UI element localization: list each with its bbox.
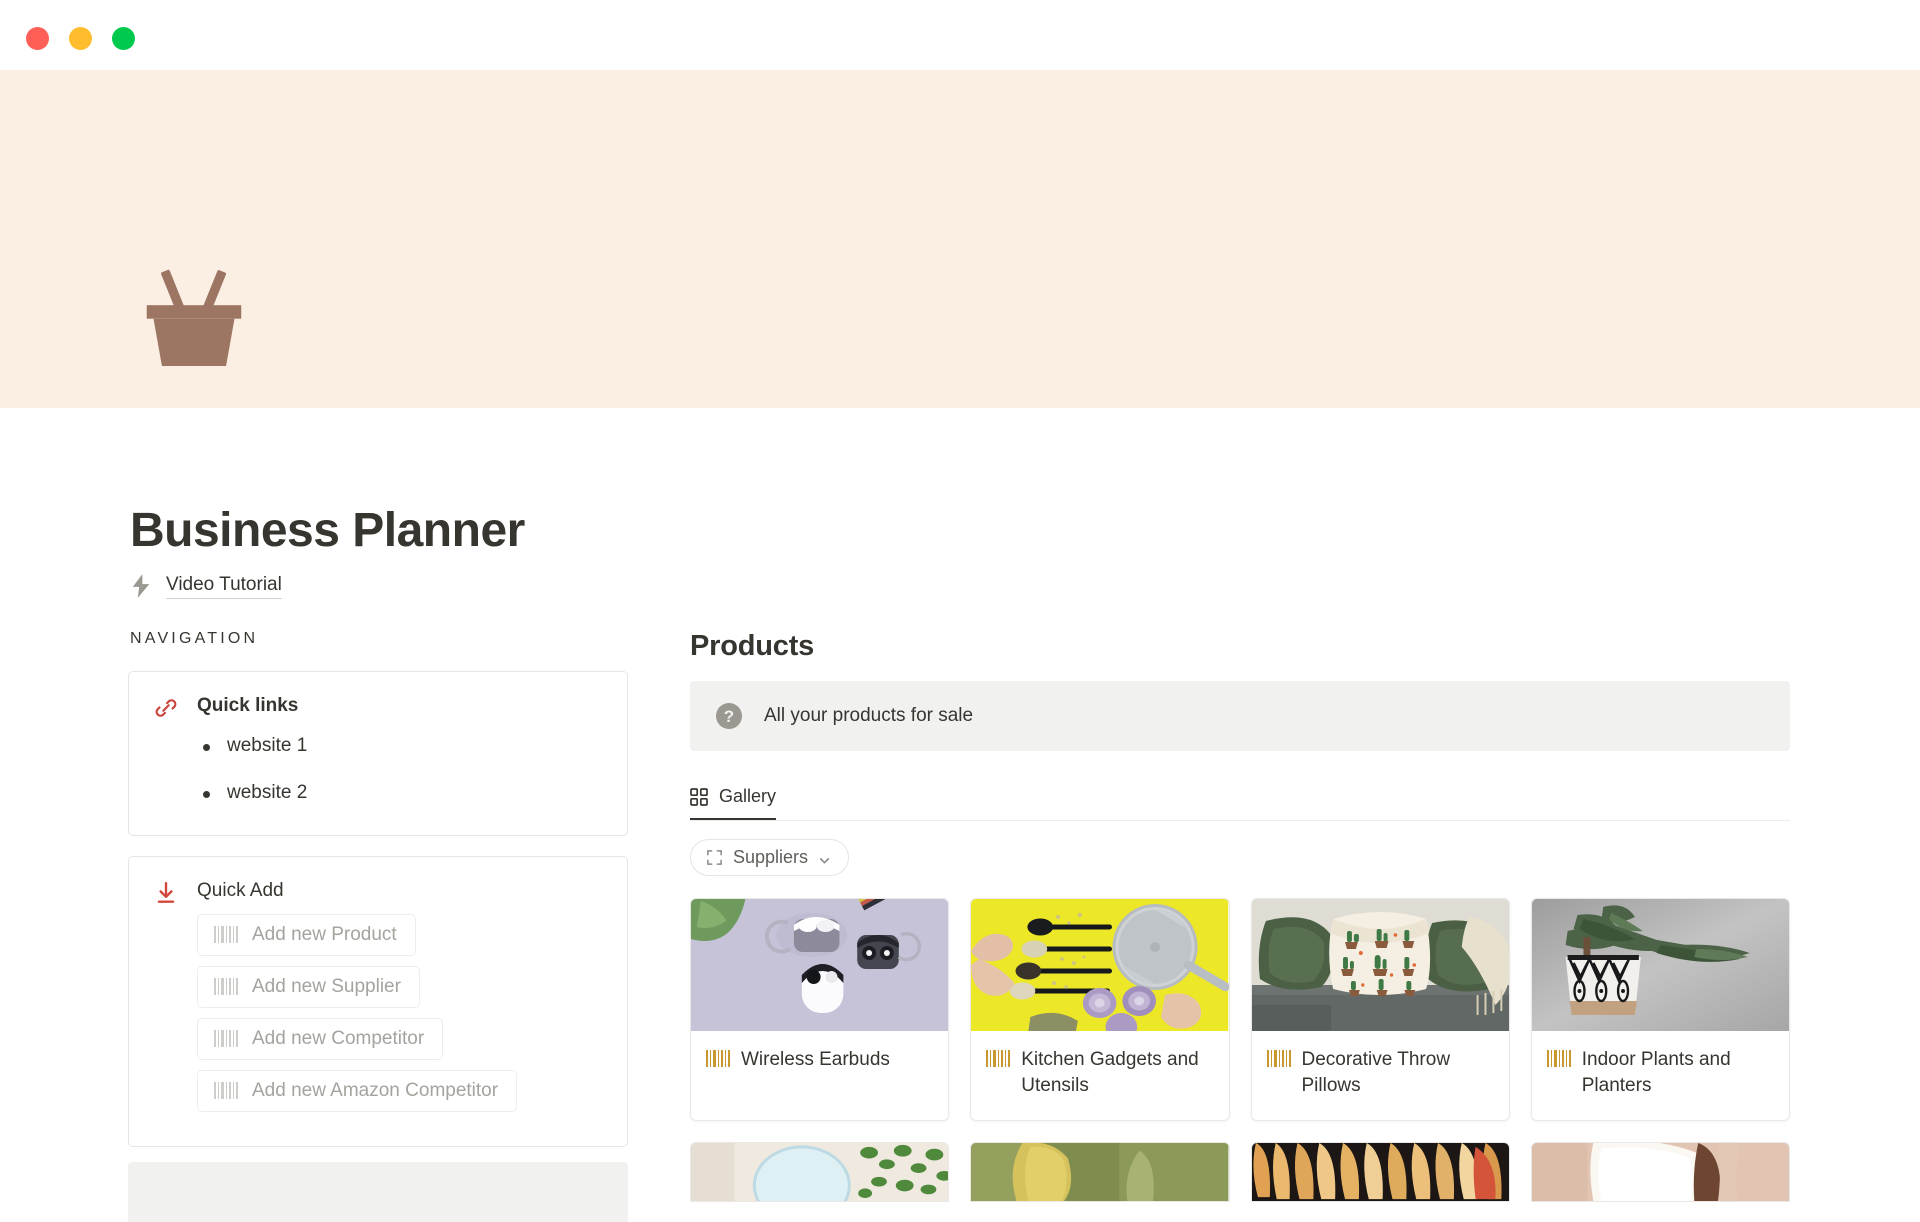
product-card[interactable]	[690, 1142, 950, 1203]
barcode-icon	[214, 1082, 238, 1100]
barcode-icon	[986, 1050, 1011, 1067]
product-card[interactable]: Indoor Plants and Planters	[1530, 898, 1790, 1122]
quick-link-label: website 1	[227, 735, 308, 756]
quick-add-title: Quick Add	[197, 879, 284, 901]
close-window-button[interactable]	[26, 27, 49, 50]
barcode-icon	[706, 1050, 730, 1067]
barcode-icon	[214, 978, 238, 996]
throw-pillows-photo	[1251, 899, 1509, 1031]
callout-text: All your products for sale	[764, 705, 974, 726]
navigation-section-label: NAVIGATION	[130, 630, 259, 647]
window-titlebar	[0, 0, 1920, 70]
product-card-label: Indoor Plants and Planters	[1532, 1031, 1789, 1120]
quick-links-header: Quick links	[153, 694, 603, 721]
filter-label: Suppliers	[733, 847, 809, 867]
products-gallery-row-2	[690, 1142, 1790, 1203]
quick-link-label: website 2	[227, 781, 308, 803]
add-new-amazon-competitor-button[interactable]: Add new Amazon Competitor	[197, 1069, 518, 1112]
product-title: Indoor Plants and Planters	[1581, 1049, 1731, 1096]
quick-add-row: Add new Amazon Competitor	[197, 1069, 603, 1122]
maximize-window-button[interactable]	[112, 27, 135, 50]
product-title: Wireless Earbuds	[741, 1049, 890, 1070]
download-arrow-icon	[153, 880, 179, 906]
product-card[interactable]	[970, 1142, 1230, 1203]
link-icon	[153, 695, 179, 721]
product-title: Decorative Throw Pillows	[1301, 1049, 1451, 1096]
quick-add-row: Add new Supplier	[197, 965, 603, 1018]
white-apparel-photo	[1531, 1143, 1789, 1202]
products-gallery: Wireless Earbuds Kitchen Gadgets and Ute…	[690, 898, 1790, 1122]
barcode-icon	[1266, 1050, 1291, 1067]
quick-add-header: Quick Add	[153, 879, 603, 906]
bathroom-mirror-photo	[691, 1143, 949, 1202]
video-tutorial-link[interactable]: Video Tutorial	[166, 574, 282, 599]
left-column-bottom-block	[128, 1162, 628, 1222]
shopping-basket-icon[interactable]	[140, 263, 248, 371]
quick-add-row: Add new Product	[197, 913, 603, 966]
product-card[interactable]	[1250, 1142, 1510, 1203]
traffic-light-group	[26, 27, 135, 50]
button-label: Add new Supplier	[252, 975, 401, 997]
products-description-callout: ? All your products for sale	[690, 681, 1790, 751]
product-title: Kitchen Gadgets and Utensils	[1021, 1049, 1199, 1096]
bracket-icon	[706, 849, 723, 866]
quick-add-card: Quick Add Add new Product Add new Suppli…	[128, 855, 628, 1147]
product-card[interactable]: Decorative Throw Pillows	[1250, 898, 1510, 1122]
page-section-title: Products	[690, 630, 815, 662]
kitchen-gadgets-photo	[971, 899, 1229, 1031]
product-card[interactable]: Kitchen Gadgets and Utensils	[970, 898, 1230, 1122]
tab-label: Gallery	[719, 786, 777, 806]
page-title: Business Planner	[130, 504, 525, 557]
barcode-icon	[214, 1030, 238, 1048]
wood-hangers-photo	[1251, 1143, 1509, 1202]
wireless-earbuds-photo	[691, 899, 949, 1031]
add-new-supplier-button[interactable]: Add new Supplier	[197, 965, 420, 1008]
barcode-icon	[214, 926, 238, 944]
yellow-clothing-photo	[971, 1143, 1229, 1202]
filter-suppliers-button[interactable]: Suppliers	[690, 839, 850, 876]
tab-gallery[interactable]: Gallery	[690, 786, 777, 820]
add-new-product-button[interactable]: Add new Product	[197, 913, 416, 956]
product-card[interactable]	[1530, 1142, 1790, 1203]
list-item[interactable]: website 1	[195, 735, 603, 758]
button-label: Add new Competitor	[252, 1027, 425, 1049]
button-label: Add new Amazon Competitor	[252, 1079, 499, 1101]
gallery-grid-icon	[690, 787, 708, 806]
products-column: Products ? All your products for sale Ga…	[690, 630, 1790, 1203]
indoor-plants-photo	[1531, 899, 1789, 1031]
lightning-bolt-icon	[130, 573, 152, 599]
barcode-icon	[1546, 1050, 1571, 1067]
minimize-window-button[interactable]	[69, 27, 92, 50]
quick-links-title: Quick links	[197, 695, 299, 716]
button-label: Add new Product	[252, 923, 397, 945]
quick-links-list: website 1 website 2	[195, 735, 603, 805]
navigation-column: NAVIGATION Quick links website 1 website…	[128, 630, 628, 1167]
quick-links-card: Quick links website 1 website 2	[128, 671, 628, 836]
quick-add-row: Add new Competitor	[197, 1017, 603, 1070]
add-new-competitor-button[interactable]: Add new Competitor	[197, 1017, 444, 1060]
question-circle-icon: ?	[716, 703, 742, 729]
quick-add-button-list: Add new Product Add new Supplier Add new…	[197, 913, 603, 1122]
product-card[interactable]: Wireless Earbuds	[690, 898, 950, 1122]
product-card-label: Decorative Throw Pillows	[1252, 1031, 1509, 1120]
video-tutorial-row[interactable]: Video Tutorial	[130, 573, 282, 599]
database-view-tabs: Gallery	[690, 777, 1790, 821]
list-item[interactable]: website 2	[195, 782, 603, 805]
filter-row: Suppliers	[690, 839, 1790, 876]
page-cover-image	[0, 70, 1920, 408]
product-card-label: Wireless Earbuds	[691, 1031, 948, 1109]
chevron-down-icon	[818, 851, 831, 864]
product-card-label: Kitchen Gadgets and Utensils	[971, 1031, 1228, 1120]
